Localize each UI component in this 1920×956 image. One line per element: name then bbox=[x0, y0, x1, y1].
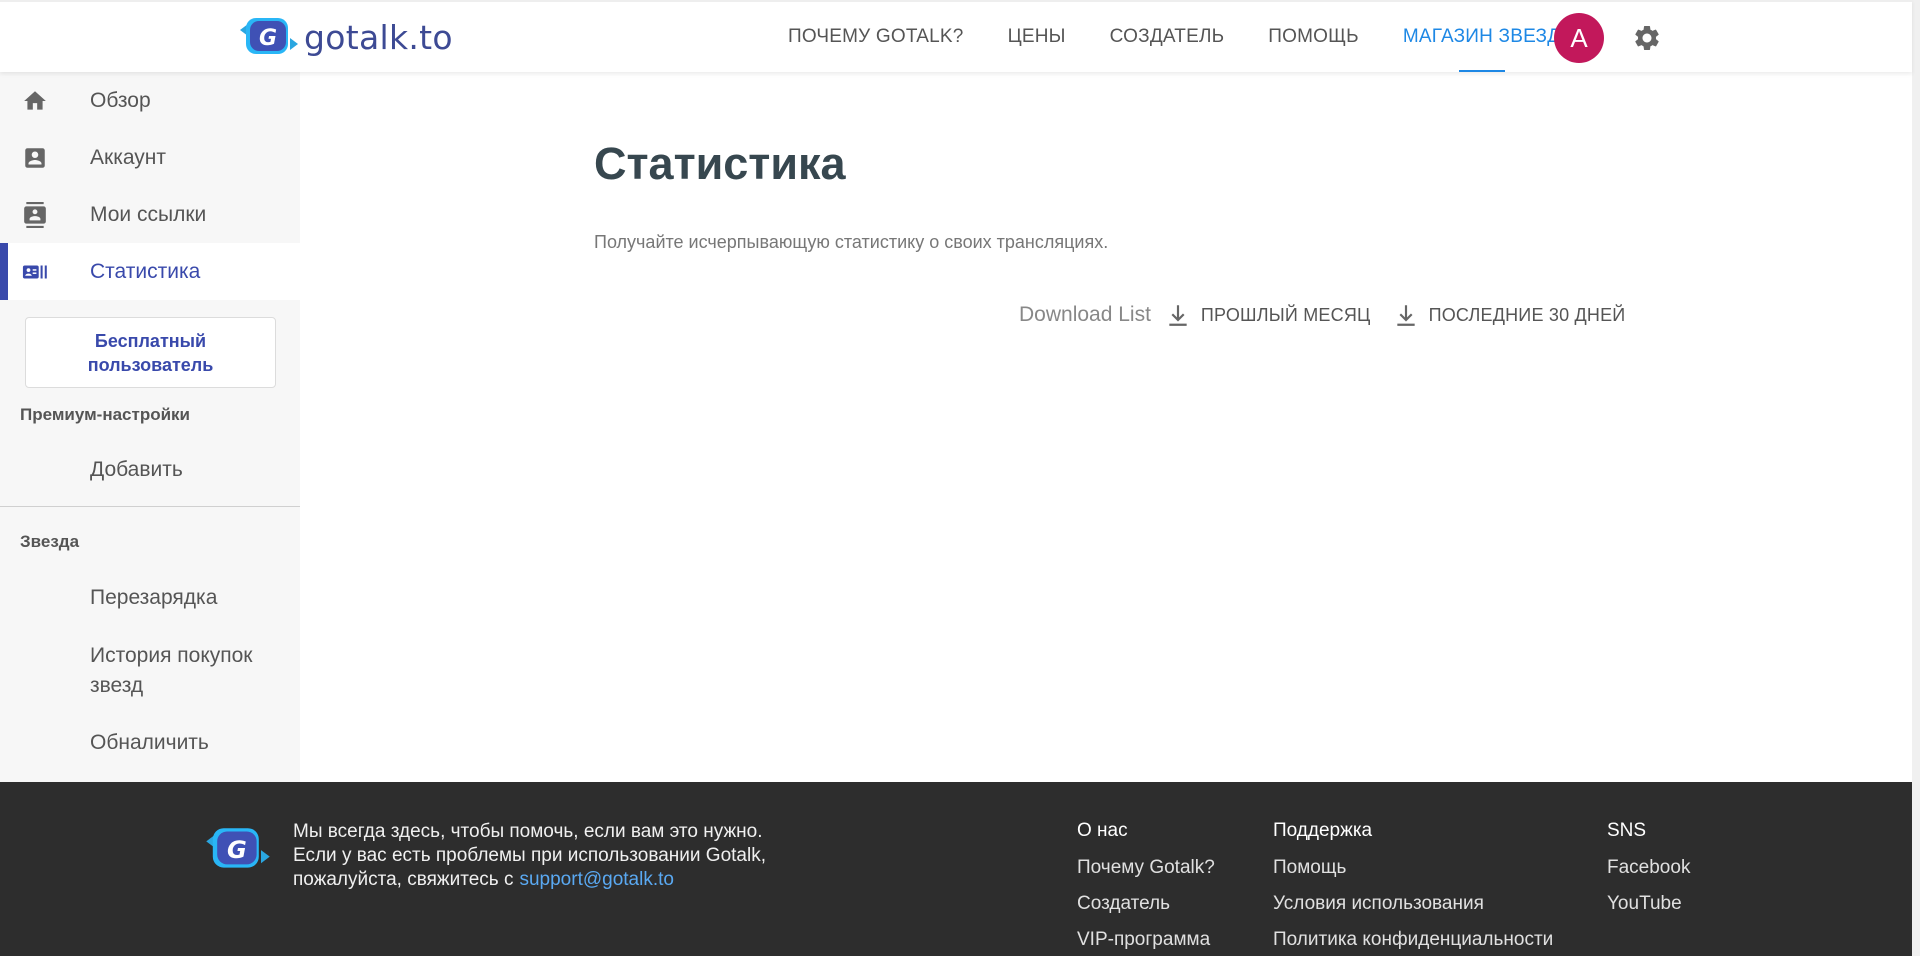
download-icon bbox=[1396, 305, 1415, 326]
sidebar-item-star-history[interactable]: История покупок звезд bbox=[90, 641, 290, 701]
plan-badge: Бесплатный пользователь bbox=[25, 317, 276, 388]
sidebar-item-label: Обзор bbox=[90, 88, 151, 112]
support-email-link[interactable]: support@gotalk.to bbox=[519, 869, 674, 890]
footer-link-facebook[interactable]: Facebook bbox=[1607, 856, 1690, 880]
footer-link-vip[interactable]: VIP-программа bbox=[1077, 928, 1215, 952]
sidebar-item-label: Мои ссылки bbox=[90, 202, 207, 226]
nav-creator[interactable]: СОЗДАТЕЛЬ bbox=[1110, 2, 1225, 72]
footer-link-youtube[interactable]: YouTube bbox=[1607, 892, 1690, 916]
footer-column-heading: Поддержка bbox=[1273, 820, 1373, 841]
footer-link-privacy[interactable]: Политика конфиденциальности bbox=[1273, 928, 1553, 952]
download-last-30-days-button[interactable]: ПОСЛЕДНИЕ 30 ДНЕЙ bbox=[1393, 302, 1626, 328]
download-row: Download List ПРОШЛЫЙ МЕСЯЦ ПОСЛЕДНИЕ 30… bbox=[1019, 300, 1647, 330]
sidebar-item-statistics[interactable]: Статистика bbox=[0, 243, 300, 300]
page-description: Получайте исчерпывающую статистику о сво… bbox=[594, 232, 1109, 252]
footer-contact-text: Мы всегда здесь, чтобы помочь, если вам … bbox=[293, 820, 813, 892]
footer-text-line: Мы всегда здесь, чтобы помочь, если вам … bbox=[293, 821, 763, 842]
footer-link-terms[interactable]: Условия использования bbox=[1273, 892, 1553, 916]
main-nav: ПОЧЕМУ GOTALK? ЦЕНЫ СОЗДАТЕЛЬ ПОМОЩЬ МАГ… bbox=[788, 2, 1604, 72]
footer-column-about: О нас Почему Gotalk? Создатель VIP-прогр… bbox=[1077, 820, 1215, 952]
gotalk-logo-icon[interactable]: G bbox=[205, 826, 271, 872]
gotalk-logo-icon: G bbox=[240, 18, 298, 54]
stats-card-icon bbox=[22, 265, 47, 278]
page-scrollbar[interactable] bbox=[1912, 0, 1920, 956]
contacts-icon bbox=[24, 201, 46, 228]
download-icon bbox=[1169, 305, 1187, 326]
footer: G Мы всегда здесь, чтобы помочь, если ва… bbox=[0, 782, 1912, 956]
sidebar-item-cashout[interactable]: Обналичить bbox=[90, 728, 290, 758]
footer-text-line: пожалуйста, свяжитесь с bbox=[293, 869, 514, 890]
sidebar-item-label: Статистика bbox=[90, 259, 201, 283]
svg-text:G: G bbox=[259, 26, 277, 51]
footer-link-creator[interactable]: Создатель bbox=[1077, 892, 1215, 916]
svg-text:G: G bbox=[227, 836, 247, 864]
footer-column-sns: SNS Facebook YouTube bbox=[1607, 820, 1690, 916]
footer-column-support: Поддержка Помощь Условия использования П… bbox=[1273, 820, 1553, 952]
download-last-month-button[interactable]: ПРОШЛЫЙ МЕСЯЦ bbox=[1165, 302, 1371, 328]
sidebar-item-my-links[interactable]: Мои ссылки bbox=[0, 186, 300, 243]
sidebar-item-overview[interactable]: Обзор bbox=[0, 72, 300, 129]
nav-prices[interactable]: ЦЕНЫ bbox=[1008, 2, 1066, 72]
download-last-30-days-label: ПОСЛЕДНИЕ 30 ДНЕЙ bbox=[1428, 304, 1626, 325]
download-list-label: Download List bbox=[1019, 303, 1151, 326]
footer-link-help[interactable]: Помощь bbox=[1273, 856, 1553, 880]
avatar[interactable]: A bbox=[1554, 13, 1604, 63]
sidebar: Обзор Аккаунт Мои ссылки Статистика Бесп… bbox=[0, 72, 300, 782]
logo-text: gotalk.to bbox=[304, 17, 453, 57]
top-header: G gotalk.to ПОЧЕМУ GOTALK? ЦЕНЫ СОЗДАТЕЛ… bbox=[0, 0, 1912, 72]
nav-help[interactable]: ПОМОЩЬ bbox=[1268, 2, 1359, 72]
sidebar-item-add[interactable]: Добавить bbox=[90, 455, 290, 485]
page-title: Статистика bbox=[594, 138, 846, 189]
download-last-month-label: ПРОШЛЫЙ МЕСЯЦ bbox=[1200, 304, 1371, 325]
gear-icon[interactable] bbox=[1632, 23, 1662, 53]
account-box-icon bbox=[25, 147, 45, 168]
footer-link-why-gotalk[interactable]: Почему Gotalk? bbox=[1077, 856, 1215, 880]
sidebar-divider bbox=[0, 506, 300, 507]
premium-section-title: Премиум-настройки bbox=[20, 405, 191, 424]
sidebar-item-account[interactable]: Аккаунт bbox=[0, 129, 300, 186]
home-icon bbox=[24, 90, 46, 110]
footer-text-line: Если у вас есть проблемы при использован… bbox=[293, 845, 766, 866]
sidebar-item-label: Аккаунт bbox=[90, 145, 167, 169]
footer-column-heading: О нас bbox=[1077, 820, 1128, 841]
nav-star-shop[interactable]: МАГАЗИН ЗВЕЗД bbox=[1403, 2, 1560, 72]
star-section-title: Звезда bbox=[20, 532, 80, 551]
sidebar-item-recharge[interactable]: Перезарядка bbox=[90, 583, 290, 613]
nav-why-gotalk[interactable]: ПОЧЕМУ GOTALK? bbox=[788, 2, 964, 72]
logo[interactable]: G gotalk.to bbox=[240, 16, 453, 58]
footer-column-heading: SNS bbox=[1607, 820, 1647, 841]
